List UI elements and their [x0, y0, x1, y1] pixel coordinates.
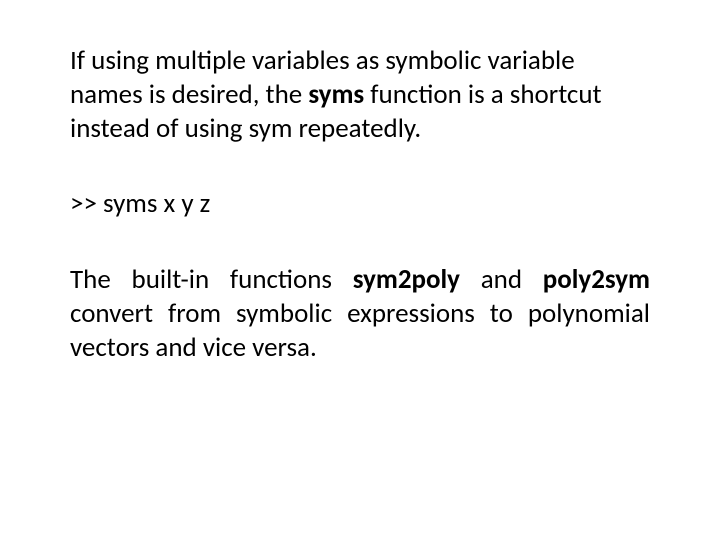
code-text: >> syms x y z	[70, 187, 210, 220]
text: convert from symbolic expressions to pol…	[70, 297, 650, 364]
keyword-syms: syms	[308, 78, 364, 111]
paragraph-functions: The built-in functions sym2poly and poly…	[70, 263, 650, 364]
text: and	[460, 263, 543, 296]
code-example: >> syms x y z	[70, 187, 650, 221]
keyword-sym2poly: sym2poly	[353, 263, 460, 296]
slide: If using multiple variables as symbolic …	[0, 0, 720, 540]
keyword-poly2sym: poly2sym	[543, 263, 650, 296]
paragraph-intro: If using multiple variables as symbolic …	[70, 44, 650, 145]
text: The built-in functions	[70, 263, 353, 296]
